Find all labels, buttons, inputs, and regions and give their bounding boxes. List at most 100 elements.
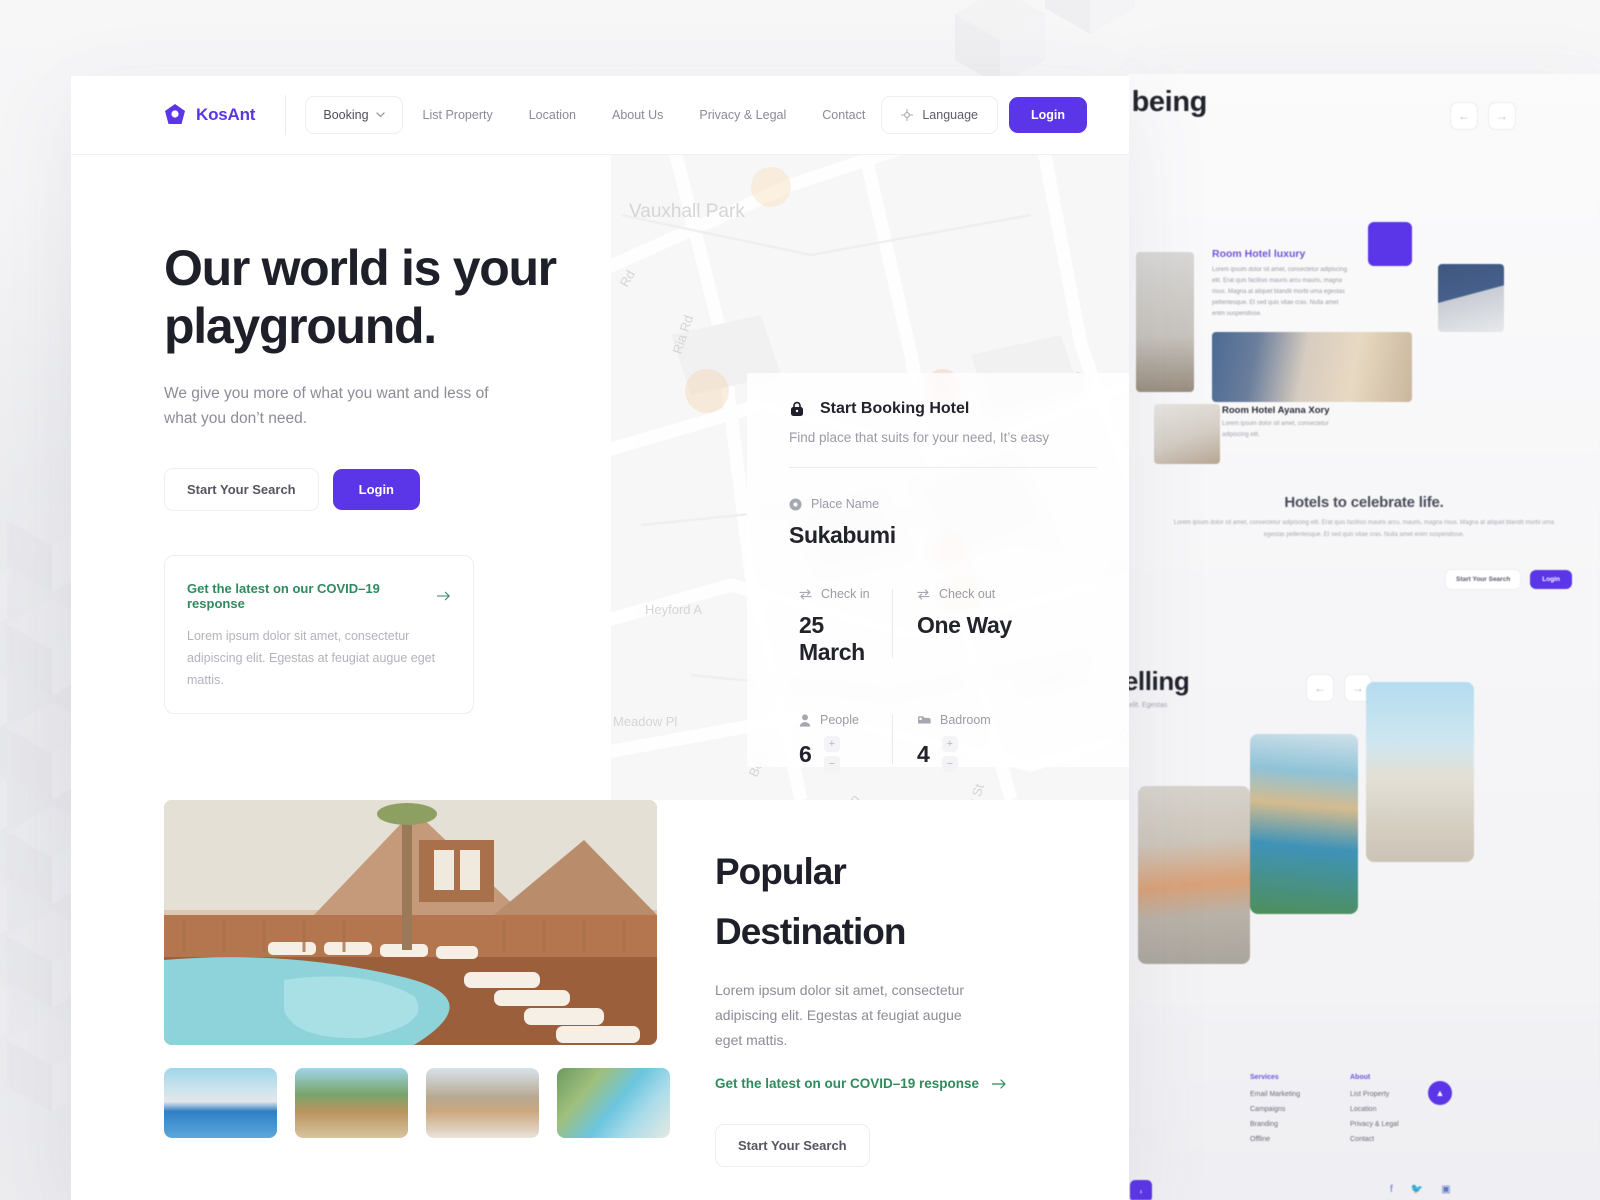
preview-prev-icon-2[interactable]: ←	[1306, 674, 1334, 702]
popular-main-image[interactable]	[164, 800, 657, 1045]
language-button[interactable]: Language	[881, 96, 998, 134]
hero-content: Our world is your playground. We give yo…	[164, 239, 684, 714]
footer-about-item[interactable]: Contact	[1350, 1136, 1399, 1143]
dates-row: Check in 25 March Check out One Way	[747, 549, 1129, 666]
preview-prev-icon[interactable]: ←	[1450, 102, 1478, 130]
header-login-button[interactable]: Login	[1008, 97, 1087, 133]
preview-social-icons[interactable]: f 🐦 ▣	[1390, 1184, 1451, 1195]
preview-image-side	[1136, 252, 1194, 392]
place-name-label: Place Name	[811, 497, 880, 511]
map-pin-icon	[789, 498, 802, 510]
check-in-field[interactable]: Check in 25 March	[747, 587, 892, 666]
preview-heading-2: Hotels to celebrate life.	[1284, 494, 1444, 511]
bed-icon	[918, 716, 931, 724]
instagram-icon[interactable]: ▣	[1441, 1184, 1450, 1195]
person-icon	[799, 713, 811, 727]
bedroom-stepper[interactable]: 4 + −	[917, 736, 1063, 772]
preview-heading-1: y of being	[1128, 86, 1207, 118]
footer-about-item[interactable]: Privacy & Legal	[1350, 1121, 1399, 1128]
globe-crosshair-icon	[901, 109, 914, 121]
footer-about-item[interactable]: List Property	[1350, 1091, 1399, 1098]
preview-card1-body: Lorem ipsum dolor sit amet, consectetur …	[1212, 267, 1348, 317]
guests-row: People 6 + − Badroom 4 + −	[747, 666, 1129, 772]
nav-booking-label: Booking	[323, 108, 369, 122]
facebook-icon[interactable]: f	[1390, 1184, 1393, 1195]
covid-notice-card: Get the latest on our COVID–19 response …	[164, 555, 474, 714]
place-name-field[interactable]: Place Name Sukabumi	[747, 468, 1129, 549]
people-label: People	[820, 713, 859, 727]
nav-item-contact[interactable]: Contact	[806, 98, 881, 132]
nav-booking-dropdown[interactable]: Booking	[305, 96, 403, 134]
preview-heading-3: ravelling	[1128, 666, 1190, 696]
resort-illustration	[164, 800, 657, 1045]
preview-card1-title: Room Hotel luxury	[1212, 248, 1306, 260]
people-increment-button[interactable]: +	[823, 736, 840, 752]
hero-title: Our world is your playground.	[164, 240, 557, 354]
people-field[interactable]: People 6 + −	[747, 713, 892, 772]
preview-login-button[interactable]: Login	[1530, 570, 1572, 589]
footer-services-item[interactable]: Campaigns	[1250, 1106, 1300, 1113]
twitter-icon[interactable]: 🐦	[1411, 1184, 1423, 1195]
check-out-label-row: Check out	[917, 587, 1063, 601]
nav-item-location[interactable]: Location	[513, 98, 592, 132]
bedroom-increment-button[interactable]: +	[941, 736, 958, 752]
preview-travel-image-terrace	[1366, 682, 1474, 862]
transfer-icon	[799, 588, 812, 600]
bedroom-label-row: Badroom	[917, 713, 1063, 727]
scroll-to-top-icon[interactable]: ▲	[1428, 1081, 1452, 1105]
people-stepper-buttons[interactable]: + −	[823, 736, 840, 772]
hero-login-button[interactable]: Login	[332, 469, 421, 510]
footer-services-item[interactable]: Offline	[1250, 1136, 1300, 1143]
check-in-label: Check in	[821, 587, 870, 601]
main-page-card: KosAnt Booking List Property Location Ab…	[71, 76, 1129, 1200]
preview-corner-button[interactable]: ›	[1130, 1180, 1152, 1200]
popular-text-block: Popular Destination Lorem ipsum dolor si…	[715, 842, 1045, 1167]
check-out-label: Check out	[939, 587, 996, 601]
preview-carousel-arrows-2[interactable]: ← →	[1306, 674, 1372, 702]
transfer-icon	[917, 588, 930, 600]
popular-thumbnail[interactable]	[164, 1068, 277, 1138]
pentagon-logo-icon	[165, 104, 185, 124]
popular-thumbnail[interactable]	[426, 1068, 539, 1138]
covid-body-text: Lorem ipsum dolor sit amet, consectetur …	[187, 629, 436, 687]
preview-footer-col-about: About List Property Location Privacy & L…	[1350, 1074, 1399, 1151]
preview-carousel-arrows[interactable]: ← →	[1450, 102, 1516, 130]
start-your-search-button[interactable]: Start Your Search	[164, 468, 319, 511]
nav-item-privacy-legal[interactable]: Privacy & Legal	[683, 98, 802, 132]
bedroom-field[interactable]: Badroom 4 + −	[893, 713, 1063, 772]
preview-travel-image-cliff	[1250, 734, 1358, 914]
covid-link-label: Get the latest on our COVID–19 response	[187, 581, 380, 611]
preview-travel-image-tram	[1138, 786, 1250, 964]
hero-subtitle: We give you more of what you want and le…	[164, 385, 489, 427]
preview-heading-3-sub: etur adipiscing elit. Egestas	[1128, 702, 1168, 709]
footer-services-item[interactable]: Branding	[1250, 1121, 1300, 1128]
bedroom-decrement-button[interactable]: −	[941, 756, 958, 772]
covid-response-link[interactable]: Get the latest on our COVID–19 response	[187, 581, 451, 611]
check-out-value: One Way	[917, 612, 1012, 638]
footer-about-item[interactable]: Location	[1350, 1106, 1399, 1113]
popular-thumbnail[interactable]	[557, 1068, 670, 1138]
check-in-value: 25 March	[799, 612, 865, 665]
popular-thumbnail[interactable]	[295, 1068, 408, 1138]
preview-image-bed-blue	[1438, 264, 1504, 332]
brand-logo[interactable]: KosAnt	[164, 103, 255, 127]
preview-footer-col-services: Services Email Marketing Campaigns Brand…	[1250, 1074, 1300, 1151]
people-stepper[interactable]: 6 + −	[799, 736, 892, 772]
lock-icon	[791, 401, 803, 416]
popular-covid-link[interactable]: Get the latest on our COVID–19 response	[715, 1076, 1045, 1091]
footer-services-item[interactable]: Email Marketing	[1250, 1091, 1300, 1098]
bedroom-stepper-buttons[interactable]: + −	[941, 736, 958, 772]
preview-image-pillow	[1154, 404, 1220, 464]
people-decrement-button[interactable]: −	[823, 756, 840, 772]
popular-start-your-search-button[interactable]: Start Your Search	[715, 1124, 870, 1167]
popular-covid-link-label: Get the latest on our COVID–19 response	[715, 1076, 980, 1091]
footer-services-heading: Services	[1250, 1074, 1279, 1081]
nav-item-list-property[interactable]: List Property	[407, 98, 509, 132]
preview-start-search-button[interactable]: Start Your Search	[1444, 569, 1522, 590]
preview-image-bedroom	[1212, 332, 1412, 402]
nav-item-about-us[interactable]: About Us	[596, 98, 679, 132]
check-out-field[interactable]: Check out One Way	[893, 587, 1063, 666]
hero-section: Vauxhall Park Ria Rd Rd Heyford A Meadow…	[71, 155, 1129, 800]
bedroom-label: Badroom	[940, 713, 991, 727]
preview-next-icon[interactable]: →	[1488, 102, 1516, 130]
